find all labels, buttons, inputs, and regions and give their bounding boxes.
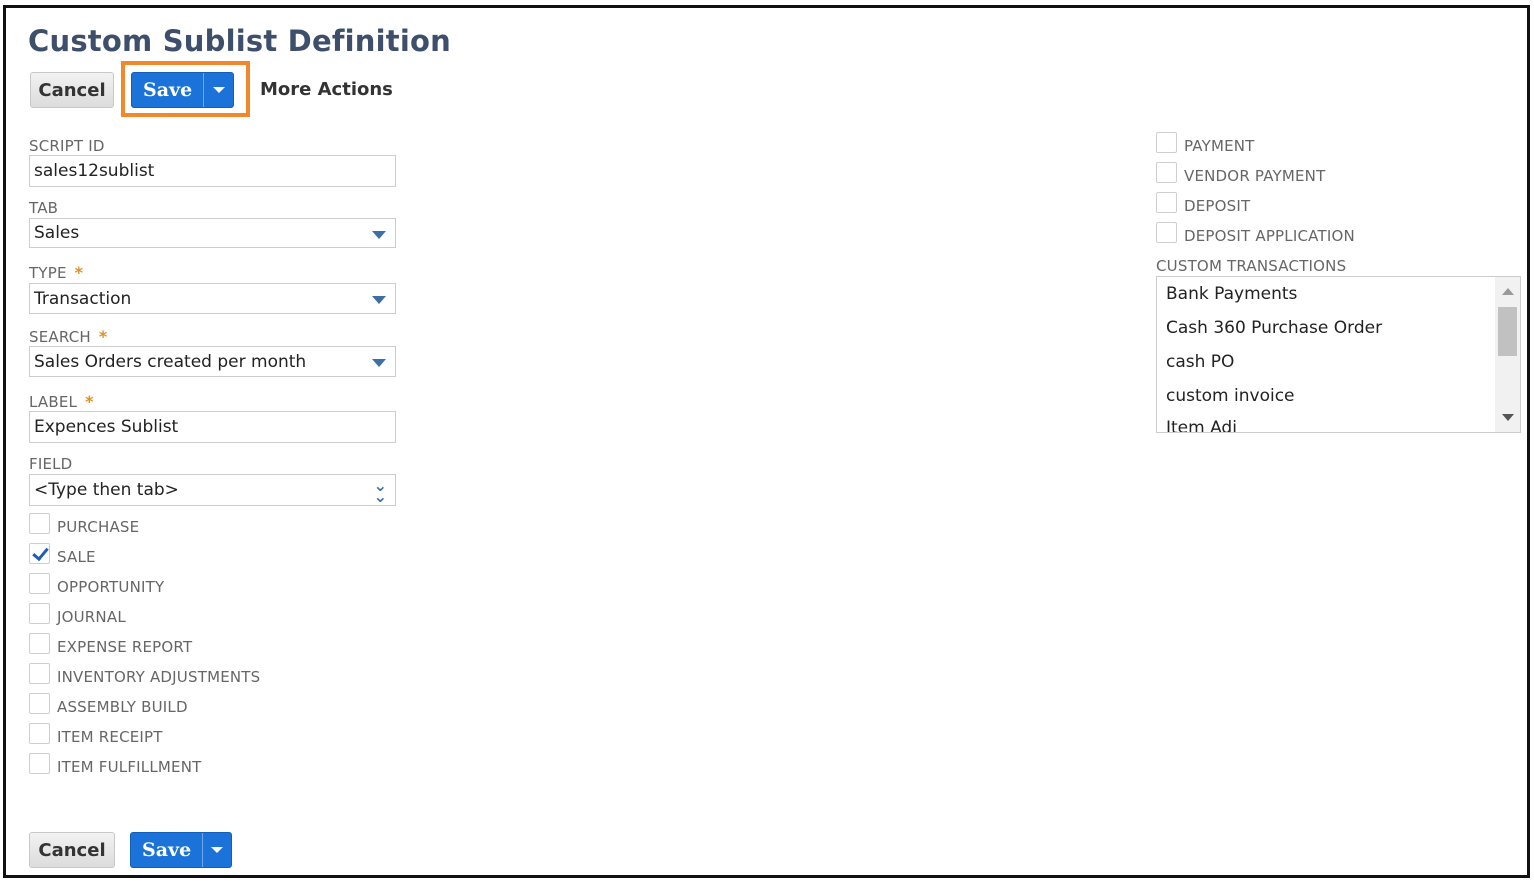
save-dropdown-top[interactable] (204, 73, 233, 107)
custom-transactions-label: CUSTOM TRANSACTIONS (1156, 257, 1347, 275)
checkbox-box[interactable] (29, 572, 50, 594)
checkbox-expense-report[interactable]: EXPENSE REPORT (29, 631, 193, 656)
list-scrollbar[interactable] (1495, 277, 1520, 432)
cancel-button-bottom[interactable]: Cancel (29, 832, 115, 868)
search-select-value: Sales Orders created per month (34, 351, 307, 372)
checkbox-label: JOURNAL (57, 608, 126, 626)
type-label: TYPE (29, 264, 67, 282)
save-button-bottom[interactable]: Save (131, 833, 204, 867)
save-dropdown-bottom[interactable] (203, 833, 231, 867)
dropdown-arrow-icon (372, 296, 386, 304)
dropdown-arrow-icon (372, 231, 386, 239)
checkbox-label: ITEM RECEIPT (57, 728, 163, 746)
dropdown-arrow-icon (372, 359, 386, 367)
checkbox-box[interactable] (29, 662, 50, 684)
label-label-row: LABEL * (29, 392, 94, 411)
custom-transactions-list[interactable]: Bank Payments Cash 360 Purchase Order ca… (1156, 276, 1521, 433)
double-chevron-down-icon: ⌄ ⌄ (373, 476, 387, 506)
type-label-row: TYPE * (29, 263, 83, 282)
field-combobox[interactable]: <Type then tab> ⌄ ⌄ (29, 474, 396, 506)
search-select[interactable]: Sales Orders created per month (29, 346, 396, 377)
checkbox-label: DEPOSIT APPLICATION (1184, 227, 1355, 245)
checkbox-label: PURCHASE (57, 518, 140, 536)
checkbox-box[interactable] (1156, 161, 1177, 183)
list-item[interactable]: cash PO (1166, 352, 1234, 372)
scroll-thumb[interactable] (1498, 307, 1517, 356)
tab-select[interactable]: Sales (29, 218, 396, 248)
checkbox-payment[interactable]: PAYMENT (1156, 130, 1255, 155)
required-icon: * (98, 327, 108, 346)
search-label: SEARCH (29, 328, 91, 346)
label-field-label: LABEL (29, 393, 78, 411)
checkbox-vendor-payment[interactable]: VENDOR PAYMENT (1156, 160, 1326, 185)
list-item[interactable]: Item Adj (1166, 418, 1237, 432)
checkbox-box[interactable] (29, 692, 50, 714)
script-id-label: SCRIPT ID (29, 137, 105, 155)
required-icon: * (85, 392, 94, 411)
field-label: FIELD (29, 455, 73, 473)
list-item[interactable]: custom invoice (1166, 386, 1295, 406)
checkbox-label: DEPOSIT (1184, 197, 1251, 215)
chevron-down-icon (212, 87, 225, 93)
scroll-up-arrow-icon[interactable] (1502, 288, 1514, 295)
checkbox-label: PAYMENT (1184, 137, 1255, 155)
checkbox-label: EXPENSE REPORT (57, 638, 193, 656)
page-title: Custom Sublist Definition (28, 24, 451, 58)
tab-label: TAB (29, 199, 59, 217)
chevron-down-icon (211, 847, 224, 853)
field-combobox-value: <Type then tab> (34, 480, 179, 500)
checkbox-box[interactable] (1156, 191, 1177, 213)
checkbox-item-fulfillment[interactable]: ITEM FULFILLMENT (29, 751, 202, 776)
tab-select-value: Sales (34, 223, 80, 243)
more-actions-menu[interactable]: More Actions (260, 79, 393, 100)
save-button-group-top: Save (131, 72, 234, 108)
checkbox-label: SALE (57, 548, 96, 566)
list-item[interactable]: Cash 360 Purchase Order (1166, 318, 1382, 338)
list-item[interactable]: Bank Payments (1166, 284, 1297, 304)
checkbox-label: VENDOR PAYMENT (1184, 167, 1326, 185)
checkbox-inventory-adjustments[interactable]: INVENTORY ADJUSTMENTS (29, 661, 261, 686)
cancel-button-top[interactable]: Cancel (30, 72, 114, 108)
checkbox-box[interactable] (1156, 131, 1177, 153)
search-label-row: SEARCH * (29, 327, 107, 346)
checkbox-deposit[interactable]: DEPOSIT (1156, 190, 1251, 215)
checkbox-box[interactable] (1156, 221, 1177, 243)
checkbox-label: INVENTORY ADJUSTMENTS (57, 668, 261, 686)
checkbox-label: OPPORTUNITY (57, 578, 165, 596)
checkbox-purchase[interactable]: PURCHASE (29, 511, 140, 536)
checkbox-journal[interactable]: JOURNAL (29, 601, 126, 626)
type-select[interactable]: Transaction (29, 283, 396, 314)
save-button-top[interactable]: Save (132, 73, 205, 107)
checkbox-item-receipt[interactable]: ITEM RECEIPT (29, 721, 163, 746)
required-icon: * (74, 263, 84, 282)
label-field[interactable]: Expences Sublist (29, 411, 396, 443)
checkbox-label: ASSEMBLY BUILD (57, 698, 188, 716)
save-button-group-bottom: Save (130, 832, 232, 868)
checkbox-box[interactable] (29, 752, 50, 774)
checkbox-box[interactable] (29, 722, 50, 744)
checkbox-box-checked[interactable] (29, 542, 50, 564)
checkbox-box[interactable] (29, 512, 50, 534)
scroll-down-arrow-icon[interactable] (1502, 414, 1514, 421)
script-id-field[interactable]: sales12sublist (29, 155, 396, 187)
checkbox-label: ITEM FULFILLMENT (57, 758, 202, 776)
checkbox-box[interactable] (29, 602, 50, 624)
type-select-value: Transaction (34, 288, 132, 309)
checkbox-deposit-application[interactable]: DEPOSIT APPLICATION (1156, 220, 1355, 245)
checkbox-assembly-build[interactable]: ASSEMBLY BUILD (29, 691, 188, 716)
checkbox-sale[interactable]: SALE (29, 541, 96, 566)
checkbox-opportunity[interactable]: OPPORTUNITY (29, 571, 165, 596)
checkbox-box[interactable] (29, 632, 50, 654)
